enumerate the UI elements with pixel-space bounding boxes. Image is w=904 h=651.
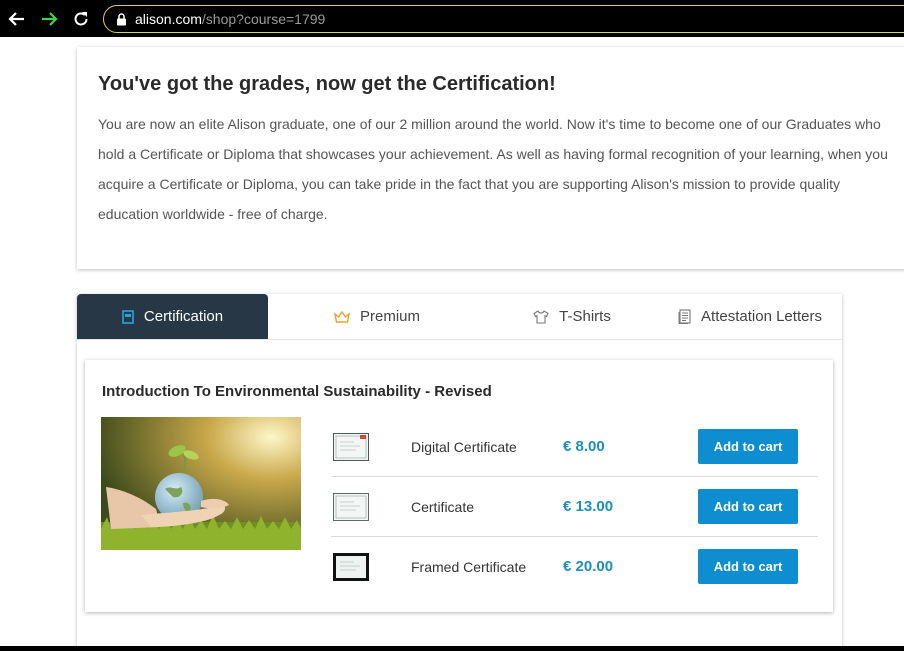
lock-icon (117, 12, 126, 25)
product-name: Certificate (411, 499, 475, 515)
certificate-icon (122, 309, 134, 324)
back-button[interactable] (6, 8, 28, 30)
product-name: Framed Certificate (411, 559, 527, 575)
product-row: Certificate € 13.00 Add to cart (331, 477, 818, 537)
certificate-icon (333, 493, 369, 521)
tab-premium[interactable]: Premium (268, 294, 486, 339)
product-name: Digital Certificate (411, 439, 517, 455)
product-price: € 8.00 (563, 438, 605, 455)
tab-label: Attestation Letters (701, 308, 822, 325)
product-price: € 13.00 (563, 498, 614, 515)
tab-tshirts[interactable]: T-Shirts (486, 294, 658, 339)
forward-button[interactable] (38, 8, 60, 30)
course-title: Introduction To Environmental Sustainabi… (102, 383, 492, 400)
tshirt-icon (533, 309, 549, 324)
add-to-cart-button[interactable]: Add to cart (698, 549, 798, 584)
course-image (101, 417, 301, 550)
reload-icon (74, 12, 88, 26)
screen-bottom-edge (0, 646, 904, 651)
tab-label: Certification (143, 308, 224, 325)
tab-label: T-Shirts (559, 308, 611, 325)
url-path: /shop?course=1799 (201, 11, 326, 27)
add-to-cart-button[interactable]: Add to cart (698, 429, 798, 464)
tab-bar: Certification Premium T-Shirts Attestati… (77, 294, 842, 339)
intro-text: You are now an elite Alison graduate, on… (98, 116, 888, 222)
product-row: Framed Certificate € 20.00 Add to cart (331, 537, 818, 597)
crown-icon (333, 310, 350, 323)
intro-card: You've got the grades, now get the Certi… (77, 47, 904, 269)
forward-arrow-icon (42, 12, 58, 26)
product-price: € 20.00 (563, 558, 614, 575)
product-row: Digital Certificate € 8.00 Add to cart (331, 417, 818, 477)
tab-certification[interactable]: Certification (77, 294, 268, 339)
intro-title: You've got the grades, now get the Certi… (98, 73, 556, 95)
tab-divider (77, 339, 842, 340)
add-to-cart-button[interactable]: Add to cart (698, 489, 798, 524)
course-card: Introduction To Environmental Sustainabi… (85, 360, 833, 612)
reload-button[interactable] (70, 8, 92, 30)
digital-certificate-icon (333, 433, 369, 461)
shop-panel: Certification Premium T-Shirts Attestati… (77, 294, 842, 651)
url-host: alison.com (135, 11, 202, 27)
address-bar[interactable]: alison.com/shop?course=1799 (103, 5, 904, 33)
tab-attestation-letters[interactable]: Attestation Letters (658, 294, 842, 339)
browser-toolbar: alison.com/shop?course=1799 (0, 0, 904, 37)
back-arrow-icon (8, 12, 24, 26)
tab-label: Premium (359, 308, 420, 325)
framed-certificate-icon (333, 553, 369, 581)
document-icon (678, 309, 691, 324)
